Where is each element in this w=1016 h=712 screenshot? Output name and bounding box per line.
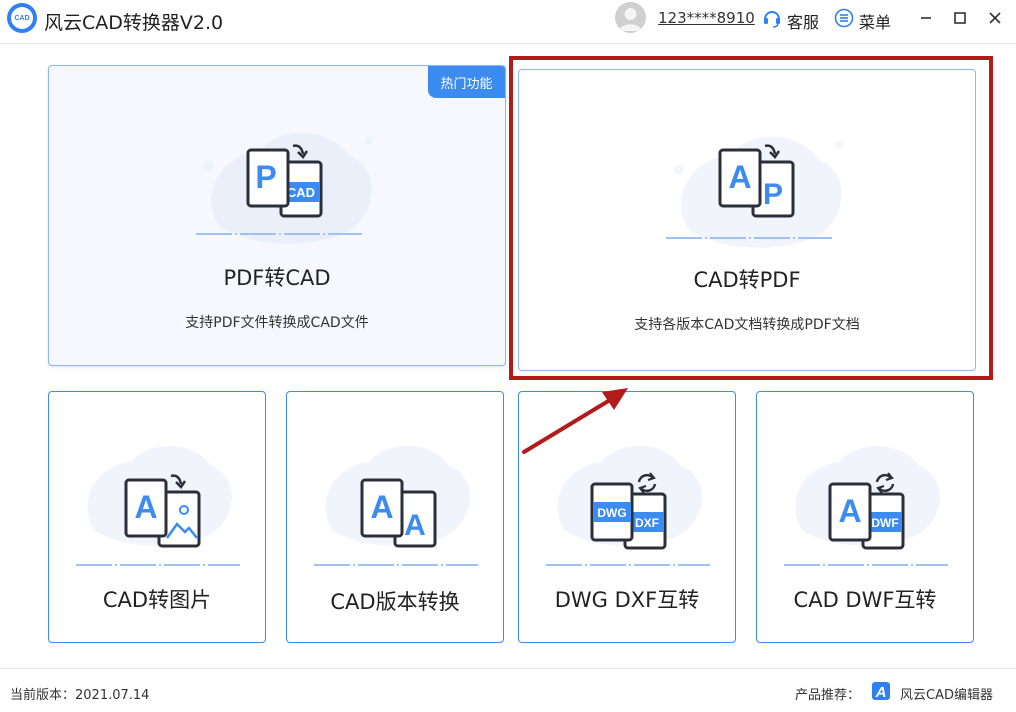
app-logo-text: CAD (14, 14, 30, 22)
icon-back-text: CAD (287, 185, 315, 200)
cad-to-pdf-icon: P A (718, 144, 795, 218)
card-title: DWG DXF互转 (554, 588, 700, 612)
cad-to-pdf-card[interactable]: P A CAD转PDF 支持各版本CAD文档转换成PDF文档 (518, 69, 976, 371)
close-button[interactable] (983, 6, 1007, 30)
icon-front-text: A (838, 493, 861, 529)
pdf-to-cad-card[interactable]: 热门功能 CAD P PDF转CAD 支持PDF文件转换成CAD文件 (48, 65, 506, 366)
icon-front-text: P (255, 159, 276, 195)
dash-divider (666, 237, 832, 239)
avatar[interactable] (615, 2, 646, 33)
card-title: CAD版本转换 (330, 590, 460, 614)
menu-icon[interactable] (834, 8, 854, 28)
version-label: 当前版本：2021.07.14 (10, 688, 150, 703)
headset-icon[interactable] (762, 8, 782, 28)
card-title: CAD转图片 (102, 588, 212, 612)
cad-to-image-card[interactable]: A CAD转图片 (48, 391, 266, 643)
icon-front-text: A (370, 489, 393, 525)
dwg-dxf-icon: DXF DWG (590, 472, 667, 550)
maximize-button[interactable] (948, 6, 972, 30)
header-divider (0, 43, 1016, 44)
icon-back-text: DXF (635, 516, 659, 530)
dash-divider (196, 233, 362, 235)
menu-button[interactable]: 菜单 (859, 9, 891, 33)
dash-divider (314, 564, 478, 566)
dash-divider (76, 564, 240, 566)
card-title: CAD DWF互转 (793, 588, 937, 612)
icon-back-text: A (404, 509, 426, 542)
card-description: 支持各版本CAD文档转换成PDF文档 (634, 317, 860, 333)
minimize-button[interactable] (914, 6, 938, 30)
customer-service-button[interactable]: 客服 (787, 9, 819, 33)
icon-back-text: DWF (871, 516, 898, 530)
dash-divider (546, 564, 710, 566)
app-window: CAD 风云CAD转换器V2.0 123****8910 客服 菜单 热门功能 … (0, 0, 1016, 712)
recommend-product-link[interactable]: 风云CAD编辑器 (900, 684, 993, 703)
app-title: 风云CAD转换器V2.0 (44, 12, 224, 34)
cad-dwf-convert-card[interactable]: DWF A CAD DWF互转 (756, 391, 974, 643)
svg-text:A: A (875, 684, 887, 701)
pdf-to-cad-icon: CAD P (246, 144, 323, 218)
card-description: 支持PDF文件转换成CAD文件 (185, 315, 369, 331)
icon-front-text: DWG (597, 506, 626, 520)
app-logo-icon: CAD (7, 3, 37, 33)
recommend-label: 产品推荐： (795, 688, 861, 703)
cad-version-icon: A A (360, 478, 437, 548)
card-title: CAD转PDF (693, 268, 801, 292)
icon-front-text: A (728, 159, 751, 195)
card-title: PDF转CAD (223, 266, 331, 290)
title-bar: CAD 风云CAD转换器V2.0 123****8910 客服 菜单 (0, 0, 1016, 40)
cad-version-convert-card[interactable]: A A CAD版本转换 (286, 391, 504, 643)
user-account-link[interactable]: 123****8910 (658, 9, 755, 27)
icon-back-text: P (763, 178, 783, 211)
cad-editor-icon[interactable]: A (871, 681, 891, 701)
cad-to-image-icon: A (124, 474, 201, 548)
dwg-dxf-convert-card[interactable]: DXF DWG DWG DXF互转 (518, 391, 736, 643)
icon-front-text: A (134, 489, 157, 525)
cad-dwf-icon: DWF A (828, 472, 905, 550)
footer-divider (0, 668, 1016, 669)
dash-divider (784, 564, 948, 566)
hot-feature-badge: 热门功能 (428, 66, 505, 98)
